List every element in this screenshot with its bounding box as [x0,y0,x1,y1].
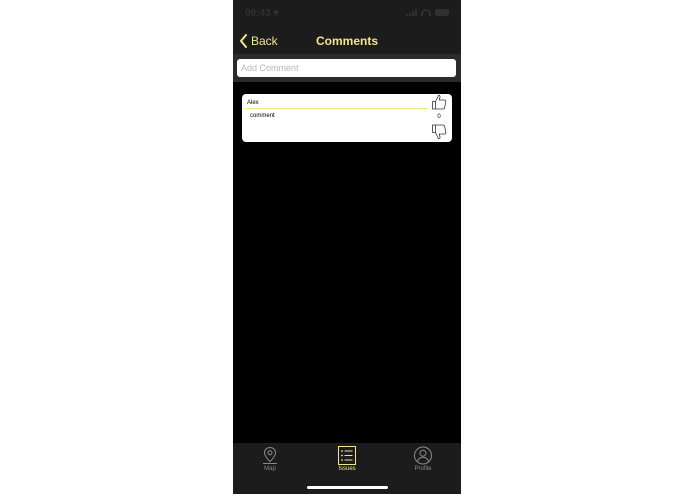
comment-card: Alex comment 0 [242,94,452,142]
tab-map-label: Map [264,466,276,472]
tab-map[interactable]: Map [245,446,295,476]
comment-text: comment [250,113,275,119]
home-indicator [307,486,388,489]
status-icons [406,9,449,16]
thumbs-down-icon [432,124,447,140]
page-title: Comments [315,34,378,48]
tab-issues-label: Issues [338,466,356,472]
tab-profile[interactable]: Profile [398,446,448,476]
navigation-bar: Back Comments [233,28,461,54]
add-comment-input[interactable] [237,59,456,77]
add-comment-bar [233,54,461,82]
comment-author: Alex [247,100,259,106]
thumbs-down-button[interactable] [431,124,447,140]
battery-icon [435,9,449,16]
list-icon [338,446,356,465]
tab-issues[interactable]: Issues [322,446,372,476]
signal-icon [406,9,417,16]
tab-profile-label: Profile [414,466,432,472]
thumbs-up-button[interactable] [431,94,447,110]
map-pin-icon [263,446,277,464]
vote-count: 0 [437,114,441,120]
user-icon [414,446,432,465]
status-bar: 09:43 ▾ [233,0,461,28]
wifi-icon [421,9,431,16]
status-time: 09:43 ▾ [245,8,279,19]
thumbs-up-icon [432,94,447,110]
app-screen: 09:43 ▾ Back Comments Alex comment [233,0,461,494]
author-divider [245,108,428,109]
